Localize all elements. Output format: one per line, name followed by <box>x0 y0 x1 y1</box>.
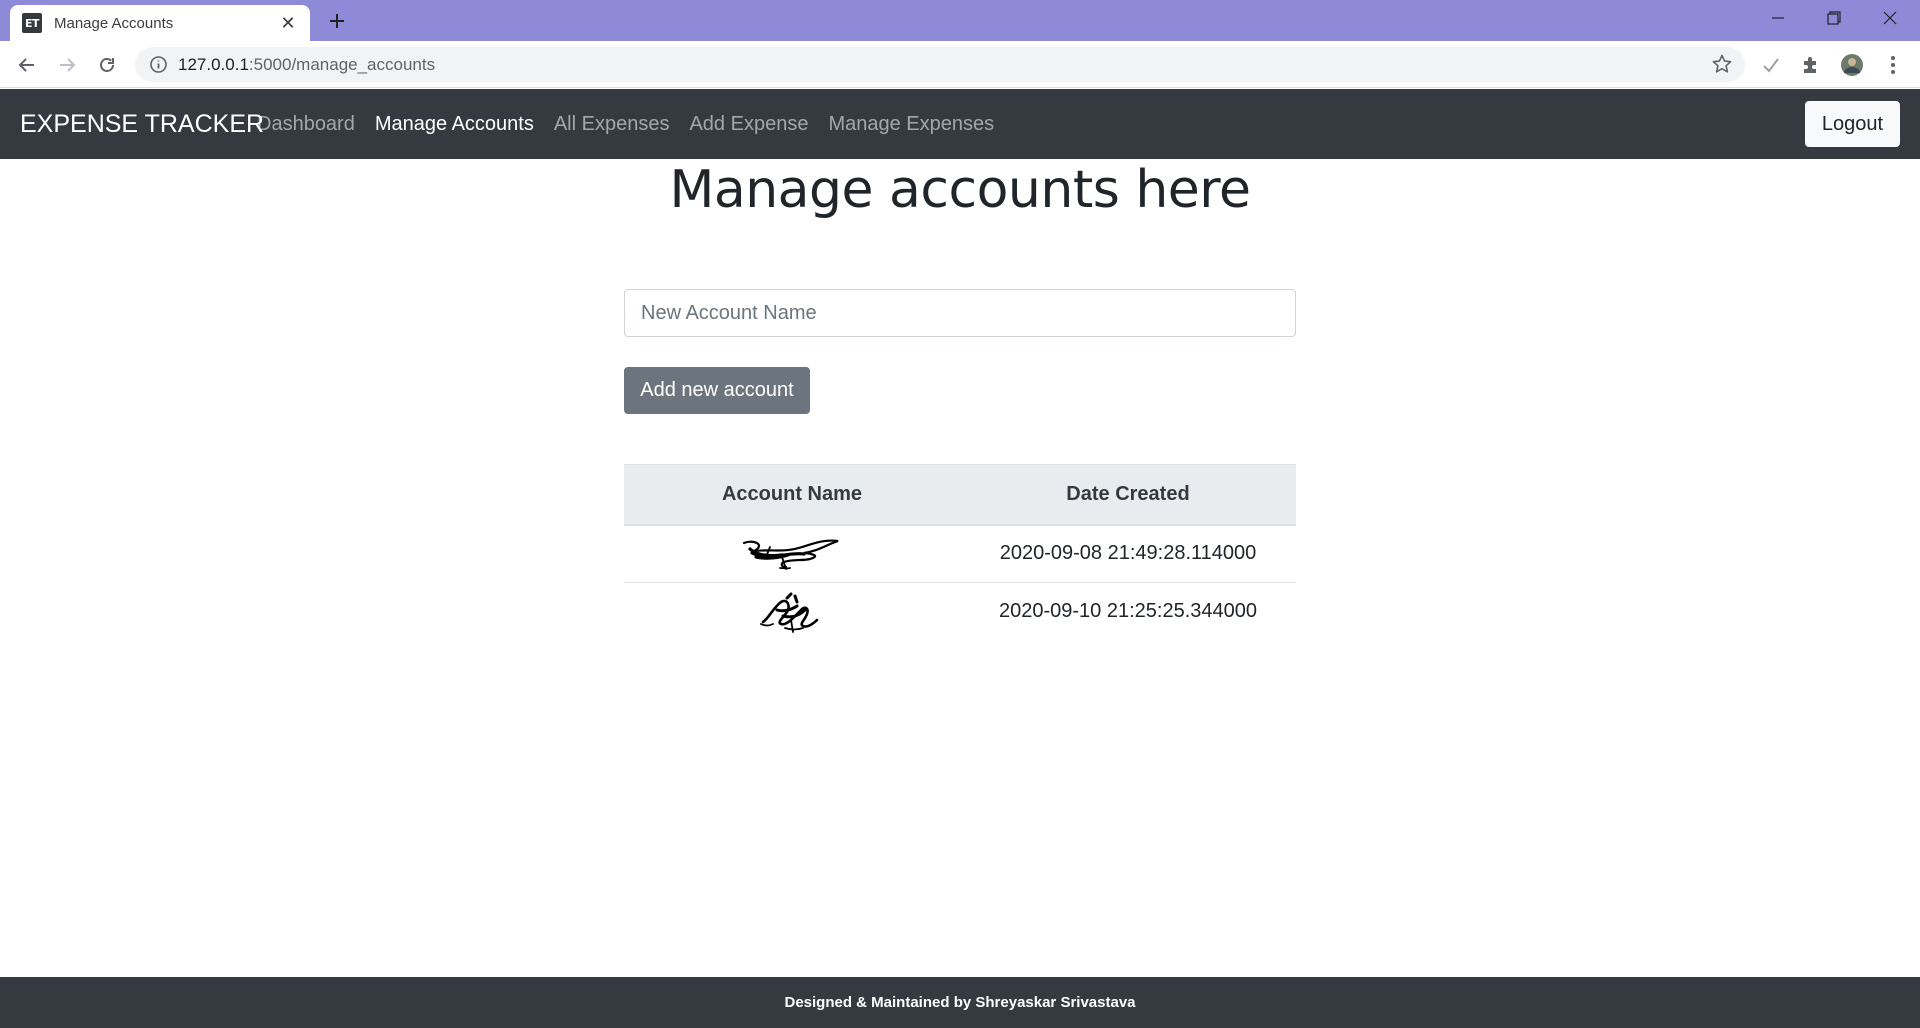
scribbled-signature-icon <box>760 592 819 633</box>
account-name-cell <box>624 583 960 641</box>
browser-menu-icon[interactable] <box>1880 52 1906 78</box>
browser-toolbar: 127.0.0.1:5000/manage_accounts <box>0 41 1920 88</box>
url-text: 127.0.0.1:5000/manage_accounts <box>178 55 435 75</box>
reload-icon[interactable] <box>93 51 121 79</box>
page-title: Manage accounts here <box>669 160 1251 220</box>
footer-prefix: Designed & Maintained by <box>784 994 976 1011</box>
app-navbar: EXPENSE TRACKER Dashboard Manage Account… <box>0 89 1920 159</box>
column-header-date-created: Date Created <box>960 464 1296 526</box>
table-row: 2020-09-08 21:49:28.114000 <box>624 524 1296 583</box>
checkmark-extension-icon[interactable] <box>1758 52 1784 78</box>
browser-tab-strip: ET Manage Accounts ✕ <box>0 0 1920 41</box>
add-new-account-button[interactable]: Add new account <box>624 367 810 414</box>
browser-tab[interactable]: ET Manage Accounts ✕ <box>10 5 310 41</box>
nav-link-dashboard[interactable]: Dashboard <box>257 113 355 136</box>
column-header-account-name: Account Name <box>624 464 960 526</box>
accounts-table: Account Name Date Created 2020-09-08 21:… <box>624 464 1296 641</box>
forward-arrow-icon[interactable] <box>53 51 81 79</box>
nav-link-all-expenses[interactable]: All Expenses <box>554 113 670 136</box>
bookmark-star-icon[interactable] <box>1711 53 1733 75</box>
account-name-cell <box>624 524 960 583</box>
close-window-icon[interactable] <box>1862 0 1918 36</box>
favicon-icon: ET <box>22 13 42 33</box>
site-info-icon[interactable] <box>149 55 168 74</box>
scribbled-signature-icon <box>742 539 839 570</box>
url-path: :5000/manage_accounts <box>248 55 436 74</box>
date-created-cell: 2020-09-10 21:25:25.344000 <box>998 600 1257 623</box>
address-bar[interactable]: 127.0.0.1:5000/manage_accounts <box>135 47 1745 82</box>
footer-author: Shreyaskar Srivastava <box>975 994 1136 1011</box>
extensions-puzzle-icon[interactable] <box>1798 52 1824 78</box>
profile-avatar-icon[interactable] <box>1839 52 1865 78</box>
table-header-row: Account Name Date Created <box>624 464 1296 526</box>
url-host: 127.0.0.1 <box>178 55 249 74</box>
close-tab-icon[interactable]: ✕ <box>278 13 298 34</box>
table-row: 2020-09-10 21:25:25.344000 <box>624 583 1296 641</box>
nav-link-manage-expenses[interactable]: Manage Expenses <box>828 113 994 136</box>
restore-icon[interactable] <box>1806 0 1862 36</box>
tab-title: Manage Accounts <box>54 14 174 32</box>
brand-logo[interactable]: EXPENSE TRACKER <box>20 110 264 139</box>
nav-link-manage-accounts[interactable]: Manage Accounts <box>375 113 534 136</box>
new-tab-icon[interactable] <box>325 7 349 35</box>
nav-link-add-expense[interactable]: Add Expense <box>689 113 808 136</box>
minimize-icon[interactable] <box>1750 0 1806 36</box>
date-created-cell: 2020-09-08 21:49:28.114000 <box>960 524 1296 583</box>
back-arrow-icon[interactable] <box>13 51 41 79</box>
footer: Designed & Maintained by Shreyaskar Sriv… <box>0 977 1920 1028</box>
nav-links: Dashboard Manage Accounts All Expenses A… <box>257 113 994 136</box>
logout-button[interactable]: Logout <box>1805 101 1900 147</box>
new-account-name-input[interactable] <box>624 289 1296 337</box>
